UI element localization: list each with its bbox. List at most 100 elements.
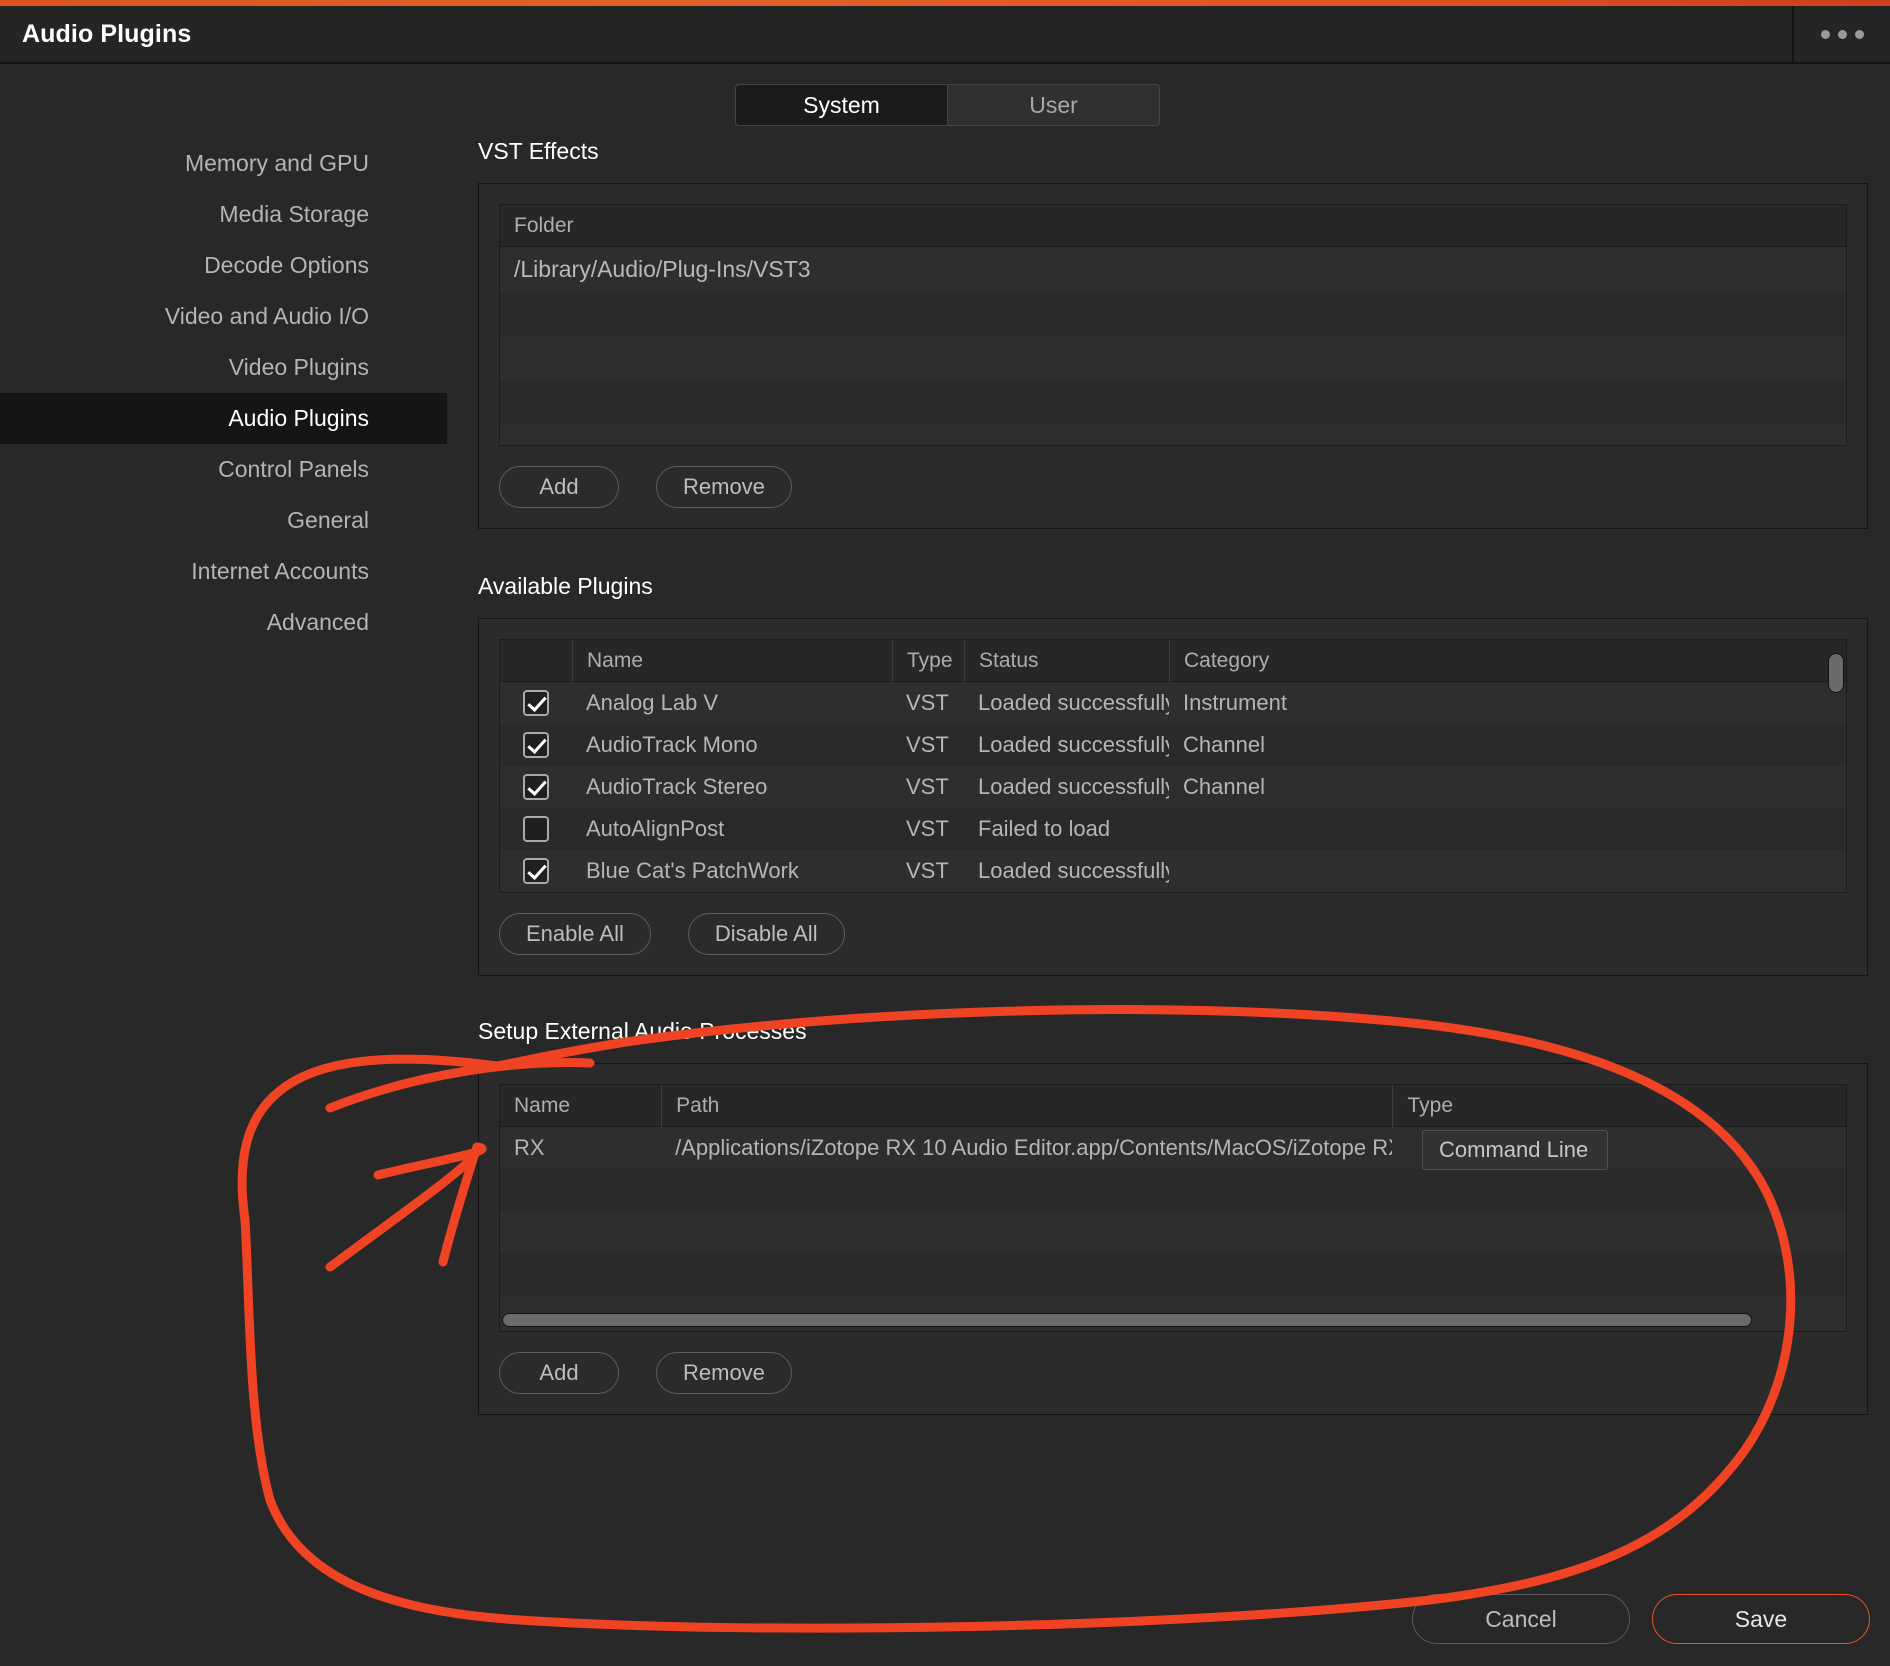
column-header-checkbox xyxy=(500,640,572,682)
column-header-type[interactable]: Type xyxy=(892,640,964,682)
disable-all-button[interactable]: Disable All xyxy=(687,913,845,955)
plugin-status: Loaded successfully xyxy=(978,774,1169,799)
scrollbar-thumb[interactable] xyxy=(1828,653,1844,693)
available-plugins-panel: Name Type Status Category Analog Lab V V… xyxy=(478,618,1868,976)
external-row-empty-3 xyxy=(500,1253,1846,1295)
vst-folder-row[interactable]: /Library/Audio/Plug-Ins/VST3 xyxy=(500,247,1846,291)
plugin-status: Loaded successfully xyxy=(978,732,1169,757)
available-plugins-heading: Available Plugins xyxy=(478,573,653,599)
annotation-arrow-head-stem xyxy=(438,1142,482,1267)
annotation-arrow-shaft xyxy=(325,1155,475,1272)
dot-1 xyxy=(1820,29,1830,39)
available-plugins-vertical-scrollbar[interactable] xyxy=(1828,642,1844,890)
sidebar-item-general[interactable]: General xyxy=(0,495,447,546)
plugin-name: AudioTrack Stereo xyxy=(586,774,768,799)
sidebar-item-video-and-audio-io[interactable]: Video and Audio I/O xyxy=(0,291,447,342)
external-processes-panel: Name Path Type RX /Applications/iZotope … xyxy=(478,1063,1868,1415)
external-processes-heading: Setup External Audio Processes xyxy=(478,1018,807,1044)
plugin-status: Failed to load xyxy=(978,816,1111,841)
column-header-name[interactable]: Name xyxy=(572,640,892,682)
vst-folder-row-empty-2 xyxy=(500,335,1846,379)
external-processes-table[interactable]: Name Path Type RX /Applications/iZotope … xyxy=(499,1084,1847,1332)
save-button[interactable]: Save xyxy=(1652,1594,1870,1644)
plugin-name: Analog Lab V xyxy=(586,690,719,715)
available-plugins-header: Name Type Status Category xyxy=(500,640,1846,682)
annotation-arrow-head-wing xyxy=(373,1142,487,1180)
available-plugins-buttons: Enable All Disable All xyxy=(499,913,1847,955)
sidebar-item-control-panels[interactable]: Control Panels xyxy=(0,444,447,495)
cancel-button[interactable]: Cancel xyxy=(1412,1594,1630,1644)
plugin-name: Blue Cat's PatchWork xyxy=(586,858,799,883)
external-add-button[interactable]: Add xyxy=(499,1352,619,1394)
window-title: Audio Plugins xyxy=(22,20,192,48)
row-checkbox-cell xyxy=(500,766,572,808)
external-processes-buttons: Add Remove xyxy=(499,1352,1847,1394)
sidebar-item-decode-options[interactable]: Decode Options xyxy=(0,240,447,291)
row-checkbox-cell xyxy=(500,724,572,766)
vst-folder-list[interactable]: Folder /Library/Audio/Plug-Ins/VST3 xyxy=(499,204,1847,446)
plugin-status: Loaded successfully xyxy=(978,858,1169,883)
external-row-empty-1 xyxy=(500,1169,1846,1211)
sidebar-item-audio-plugins[interactable]: Audio Plugins xyxy=(0,393,447,444)
external-row-empty-2 xyxy=(500,1211,1846,1253)
plugin-status: Loaded successfully xyxy=(978,690,1169,715)
plugin-type: VST xyxy=(906,690,949,715)
plugin-enabled-checkbox[interactable] xyxy=(523,732,549,758)
plugin-type: VST xyxy=(906,858,949,883)
vst-folder-list-header: Folder xyxy=(500,205,1846,247)
vst-add-button[interactable]: Add xyxy=(499,466,619,508)
sidebar-item-video-plugins[interactable]: Video Plugins xyxy=(0,342,447,393)
external-remove-button[interactable]: Remove xyxy=(656,1352,792,1394)
table-row[interactable]: Blue Cat's PatchWork VST Loaded successf… xyxy=(500,850,1846,892)
plugin-category xyxy=(1169,850,1599,892)
vst-effects-heading: VST Effects xyxy=(478,138,599,164)
scope-tab-group: System User xyxy=(735,84,1160,126)
plugin-type: VST xyxy=(906,816,949,841)
tab-system[interactable]: System xyxy=(736,85,947,125)
table-row[interactable]: AutoAlignPost VST Failed to load xyxy=(500,808,1846,850)
external-processes-horizontal-scrollbar[interactable] xyxy=(502,1311,1844,1329)
column-header-status[interactable]: Status xyxy=(964,640,1169,682)
table-row[interactable]: AudioTrack Stereo VST Loaded successfull… xyxy=(500,766,1846,808)
row-checkbox-cell xyxy=(500,808,572,850)
tab-user[interactable]: User xyxy=(947,85,1159,125)
column-header-category[interactable]: Category xyxy=(1169,640,1599,682)
plugin-name: AudioTrack Mono xyxy=(586,732,758,757)
column-header-name[interactable]: Name xyxy=(500,1085,661,1127)
vst-remove-button[interactable]: Remove xyxy=(656,466,792,508)
row-checkbox-cell xyxy=(500,850,572,892)
enable-all-button[interactable]: Enable All xyxy=(499,913,651,955)
sidebar-item-memory-and-gpu[interactable]: Memory and GPU xyxy=(0,138,447,189)
plugin-category: Channel xyxy=(1183,732,1265,757)
sidebar-item-internet-accounts[interactable]: Internet Accounts xyxy=(0,546,447,597)
dialog-footer: Cancel Save xyxy=(1412,1594,1870,1644)
column-header-type[interactable]: Type xyxy=(1392,1085,1846,1127)
window-titlebar: Audio Plugins xyxy=(0,6,1890,64)
plugin-enabled-checkbox[interactable] xyxy=(523,690,549,716)
plugin-enabled-checkbox[interactable] xyxy=(523,816,549,842)
plugin-category xyxy=(1169,808,1599,850)
vst-folder-path: /Library/Audio/Plug-Ins/VST3 xyxy=(514,256,811,282)
sidebar-item-media-storage[interactable]: Media Storage xyxy=(0,189,447,240)
sidebar-item-advanced[interactable]: Advanced xyxy=(0,597,447,648)
settings-sidebar: Memory and GPU Media Storage Decode Opti… xyxy=(0,138,447,648)
process-type-dropdown[interactable]: Command Line xyxy=(1422,1130,1608,1170)
process-name: RX xyxy=(514,1135,545,1160)
plugin-enabled-checkbox[interactable] xyxy=(523,774,549,800)
scrollbar-thumb[interactable] xyxy=(502,1313,1752,1327)
column-header-path[interactable]: Path xyxy=(661,1085,1392,1127)
vst-folder-row-empty-1 xyxy=(500,291,1846,335)
column-header-folder: Folder xyxy=(514,213,574,237)
table-row[interactable]: AudioTrack Mono VST Loaded successfully … xyxy=(500,724,1846,766)
plugin-category: Channel xyxy=(1183,774,1265,799)
ellipsis-icon[interactable] xyxy=(1794,6,1890,62)
plugin-enabled-checkbox[interactable] xyxy=(523,858,549,884)
plugin-name: AutoAlignPost xyxy=(586,816,725,841)
table-row[interactable]: Analog Lab V VST Loaded successfully Ins… xyxy=(500,682,1846,724)
dot-2 xyxy=(1837,29,1847,39)
available-plugins-table[interactable]: Name Type Status Category Analog Lab V V… xyxy=(499,639,1847,893)
plugin-category: Instrument xyxy=(1183,690,1287,715)
plugin-type: VST xyxy=(906,774,949,799)
table-row[interactable]: RX /Applications/iZotope RX 10 Audio Edi… xyxy=(500,1127,1846,1169)
dot-3 xyxy=(1854,29,1864,39)
